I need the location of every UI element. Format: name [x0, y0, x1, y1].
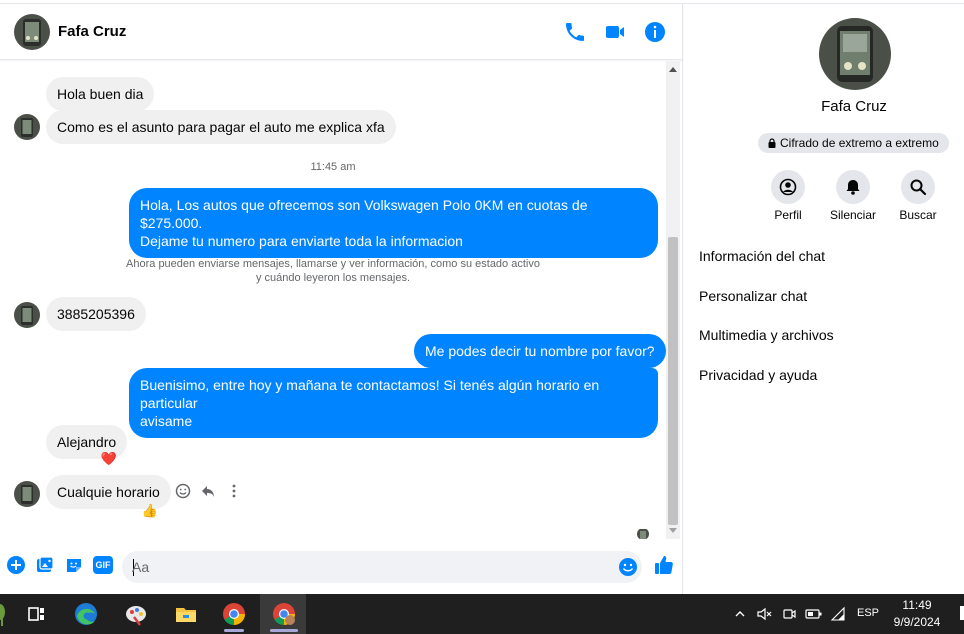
chat-header: Fafa Cruz — [0, 4, 683, 60]
mute-label: Silenciar — [829, 208, 877, 222]
message-input[interactable] — [132, 557, 602, 577]
scroll-down-arrow-icon[interactable] — [669, 528, 677, 533]
messenger-app: Fafa Cruz Hola buen dia Como es el asunt… — [0, 0, 964, 594]
scroll-up-arrow-icon[interactable] — [669, 67, 677, 72]
info-icon[interactable] — [643, 20, 667, 44]
search-icon — [910, 179, 927, 196]
clock-time: 11:49 — [902, 598, 932, 612]
more-options-icon[interactable] — [225, 482, 243, 500]
notice-line: Ahora pueden enviarse mensajes, llamarse… — [126, 258, 540, 270]
menu-chat-info[interactable]: Información del chat — [699, 248, 825, 264]
message-line: Dejame tu numero para enviarte toda la i… — [140, 233, 463, 249]
active-app-indicator — [270, 629, 298, 632]
sticker-icon[interactable] — [64, 555, 84, 575]
message-line: Buenisimo, entre hoy y mañana te contact… — [140, 377, 600, 411]
notice-line: y cuándo leyeron los mensajes. — [255, 272, 411, 284]
profile-icon — [779, 178, 797, 196]
chrome-icon[interactable] — [220, 600, 248, 628]
menu-media-files[interactable]: Multimedia y archivos — [699, 327, 834, 343]
contact-name[interactable]: Fafa Cruz — [58, 23, 126, 40]
video-call-icon[interactable] — [603, 20, 627, 44]
side-contact-name: Fafa Cruz — [821, 98, 887, 115]
battery-icon[interactable] — [805, 606, 823, 622]
encryption-label: Cifrado de extremo a extremo — [780, 136, 939, 150]
incoming-message[interactable]: Como es el asunto para pagar el auto me … — [46, 110, 396, 144]
profile-circle[interactable] — [771, 170, 805, 204]
widget-plant-icon[interactable] — [0, 600, 10, 628]
heart-reaction[interactable]: ❤️ — [99, 449, 119, 469]
volume-muted-icon[interactable] — [756, 606, 772, 622]
chat-details-panel: Fafa Cruz Cifrado de extremo a extremo P… — [684, 4, 964, 594]
scroll-thumb[interactable] — [668, 237, 678, 525]
incoming-message[interactable]: Hola buen dia — [46, 77, 155, 111]
contact-avatar[interactable] — [14, 14, 50, 50]
windows-taskbar: ESP 11:49 9/9/2024 — [0, 594, 964, 634]
chrome-profile-icon[interactable] — [270, 600, 298, 628]
menu-privacy-help[interactable]: Privacidad y ayuda — [699, 367, 817, 383]
task-view-icon[interactable] — [22, 600, 50, 628]
message-list: Hola buen dia Como es el asunto para pag… — [0, 61, 666, 539]
wifi-icon[interactable] — [830, 606, 846, 622]
mute-circle[interactable] — [836, 170, 870, 204]
profile-label: Perfil — [774, 208, 802, 222]
plus-icon[interactable] — [6, 555, 26, 575]
emoji-icon[interactable] — [618, 557, 638, 577]
edge-browser-icon[interactable] — [72, 600, 100, 628]
photo-gallery-icon[interactable] — [35, 555, 55, 575]
contact-small-avatar — [14, 114, 40, 140]
chat-pane: Fafa Cruz Hola buen dia Como es el asunt… — [0, 4, 683, 594]
outgoing-message[interactable]: Me podes decir tu nombre por favor? — [414, 334, 666, 368]
contact-large-avatar[interactable] — [819, 18, 891, 90]
reply-icon[interactable] — [199, 482, 217, 500]
search-button[interactable]: Buscar — [883, 170, 953, 222]
mute-button[interactable]: Silenciar — [818, 170, 888, 222]
message-input-box[interactable] — [122, 551, 642, 583]
incoming-message[interactable]: 3885205396 — [46, 297, 146, 331]
composer-bar: GIF — [0, 539, 683, 594]
file-explorer-icon[interactable] — [172, 600, 200, 628]
thumbs-up-reaction[interactable]: 👍 — [140, 501, 160, 521]
lock-icon — [768, 138, 776, 148]
meet-icon[interactable] — [781, 606, 797, 622]
paint-app-icon[interactable] — [122, 600, 150, 628]
search-label: Buscar — [899, 208, 937, 222]
system-clock[interactable]: 11:49 9/9/2024 — [886, 597, 948, 631]
gif-button[interactable]: GIF — [93, 556, 113, 574]
contact-small-avatar — [14, 481, 40, 507]
timestamp: 11:45 am — [310, 161, 356, 173]
react-smiley-icon[interactable] — [174, 482, 192, 500]
outgoing-message[interactable]: Buenisimo, entre hoy y mañana te contact… — [129, 368, 658, 438]
menu-customize-chat[interactable]: Personalizar chat — [699, 288, 807, 304]
input-language[interactable]: ESP — [857, 607, 879, 619]
outgoing-message[interactable]: Hola, Los autos que ofrecemos son Volksw… — [129, 188, 658, 258]
thumbs-up-send-icon[interactable] — [653, 554, 675, 576]
chrome-running-indicator — [224, 629, 244, 632]
chevron-up-icon[interactable] — [734, 608, 746, 620]
show-desktop-edge[interactable] — [960, 606, 964, 620]
read-receipt-avatar — [637, 528, 649, 539]
message-scrollbar[interactable] — [666, 61, 680, 539]
phone-call-icon[interactable] — [563, 20, 587, 44]
message-line: Hola, Los autos que ofrecemos son Volksw… — [140, 197, 588, 231]
clock-date: 9/9/2024 — [893, 615, 941, 629]
bell-icon — [846, 180, 860, 195]
encryption-badge[interactable]: Cifrado de extremo a extremo — [758, 133, 949, 153]
message-line: avisame — [140, 413, 193, 429]
privacy-notice: Ahora pueden enviarse mensajes, llamarse… — [100, 257, 566, 285]
search-circle[interactable] — [901, 170, 935, 204]
contact-small-avatar — [14, 302, 40, 328]
profile-button[interactable]: Perfil — [753, 170, 823, 222]
